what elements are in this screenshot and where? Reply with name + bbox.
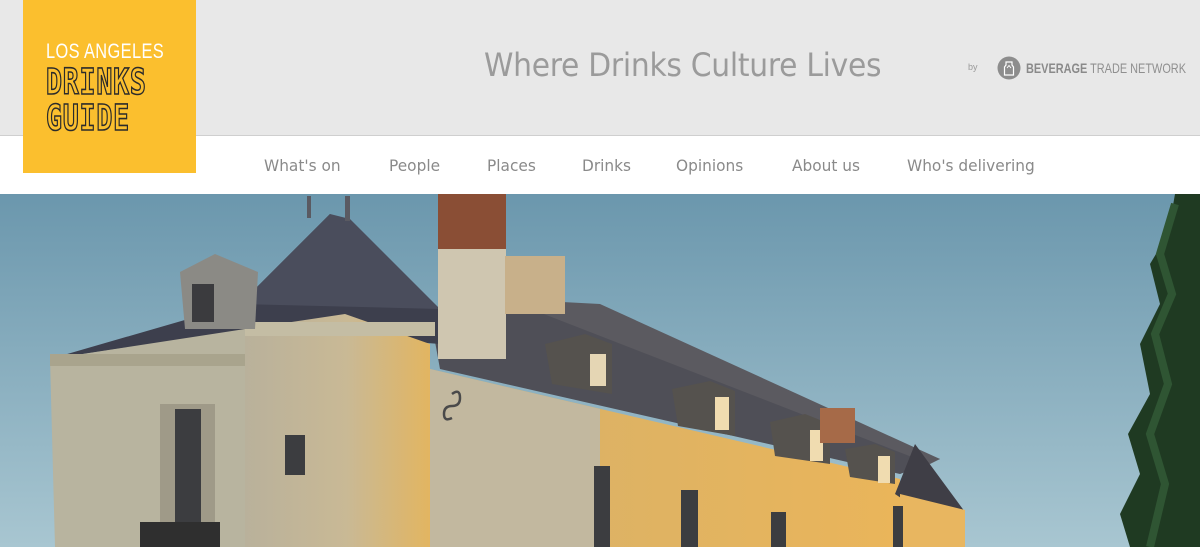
nav-item-about-us[interactable]: About us xyxy=(792,156,860,175)
beverage-trade-network-logo-icon[interactable] xyxy=(997,56,1021,80)
nav-item-people[interactable]: People xyxy=(389,156,440,175)
nav-item-opinions[interactable]: Opinions xyxy=(676,156,743,175)
hero-image[interactable] xyxy=(0,194,1200,547)
by-label: by xyxy=(968,62,978,72)
chateau-photo xyxy=(0,194,1200,547)
partner-link[interactable]: BEVERAGE TRADE NETWORK xyxy=(1026,60,1186,76)
nav-item-whats-on[interactable]: What's on xyxy=(264,156,341,175)
partner-name-rest: TRADE NETWORK xyxy=(1087,60,1186,76)
nav-item-places[interactable]: Places xyxy=(487,156,536,175)
partner-name-bold: BEVERAGE xyxy=(1026,60,1088,76)
nav-item-drinks[interactable]: Drinks xyxy=(582,156,631,175)
logo-line-guide: GUIDE xyxy=(45,97,130,140)
nav-item-whos-delivering[interactable]: Who's delivering xyxy=(907,156,1035,175)
site-tagline: Where Drinks Culture Lives xyxy=(484,46,882,84)
logo-line-los-angeles: LOS ANGELES xyxy=(46,40,165,63)
site-logo[interactable]: LOS ANGELES DRINKS GUIDE xyxy=(23,0,196,173)
logo-line-drinks: DRINKS xyxy=(45,61,147,104)
